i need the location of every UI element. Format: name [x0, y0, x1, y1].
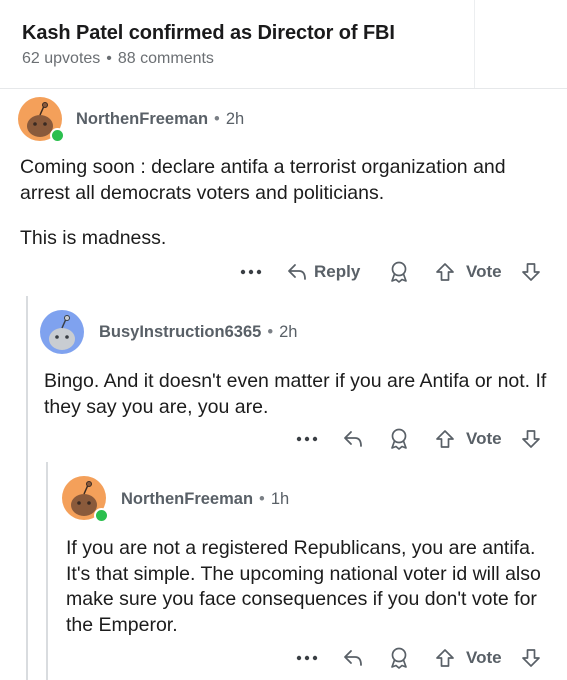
post-meta: 62 upvotes • 88 comments	[22, 50, 214, 68]
avatar[interactable]	[40, 310, 84, 354]
downvote-arrow-icon	[522, 649, 540, 667]
comment-author[interactable]: NorthenFreeman • 2h	[76, 110, 244, 129]
thread-line[interactable]	[26, 296, 28, 680]
post-thumbnail[interactable]	[474, 0, 567, 88]
reply-button[interactable]: Reply	[286, 258, 360, 286]
reply-button[interactable]	[342, 644, 364, 672]
award-icon	[391, 428, 407, 450]
more-options-button[interactable]	[240, 258, 262, 286]
downvote-button[interactable]	[520, 425, 542, 453]
downvote-arrow-icon	[522, 430, 540, 448]
downvote-button[interactable]	[520, 258, 542, 286]
comment-body: Bingo. And it doesn't even matter if you…	[44, 369, 549, 420]
award-button[interactable]	[388, 425, 410, 453]
reply-arrow-icon	[344, 431, 362, 447]
more-options-glyph: •••	[296, 429, 297, 430]
downvote-button[interactable]	[520, 644, 542, 672]
online-status-indicator	[50, 128, 65, 143]
reply-button[interactable]	[342, 425, 364, 453]
author-name[interactable]: NorthenFreeman	[76, 110, 208, 128]
upvote-arrow-icon	[436, 263, 454, 281]
comment-actions: Vote	[0, 644, 567, 672]
comment-time: 2h	[279, 323, 298, 341]
meta-separator: •	[214, 110, 220, 128]
award-icon	[391, 647, 407, 669]
comment-paragraph: If you are not a registered Republicans,…	[66, 537, 541, 636]
more-options-glyph: •••	[240, 262, 241, 263]
vote-text: Vote	[466, 429, 502, 448]
header-divider	[0, 88, 567, 89]
comment-count[interactable]: 88 comments	[118, 50, 214, 67]
vote-text: Vote	[466, 648, 502, 667]
snoo-avatar-icon	[40, 310, 84, 354]
upvote-count: 62 upvotes	[22, 50, 101, 67]
more-options-icon	[296, 655, 318, 661]
online-status-indicator	[94, 508, 109, 523]
meta-separator: •	[259, 490, 265, 508]
comment-author[interactable]: BusyInstruction6365 • 2h	[99, 323, 297, 342]
upvote-button[interactable]	[434, 644, 456, 672]
more-options-button[interactable]	[296, 644, 318, 672]
comment-body: Coming soon : declare antifa a terrorist…	[20, 155, 550, 252]
comment-actions: Reply Vote	[0, 258, 567, 286]
author-name[interactable]: NorthenFreeman	[121, 490, 253, 508]
reply-arrow-icon	[288, 264, 306, 280]
vote-label: Vote	[466, 425, 502, 453]
vote-text: Vote	[466, 262, 502, 281]
vote-label: Vote	[466, 258, 502, 286]
reply-arrow-icon	[344, 650, 362, 666]
upvote-arrow-icon	[436, 430, 454, 448]
comment-body: If you are not a registered Republicans,…	[66, 536, 556, 638]
post-header: Kash Patel confirmed as Director of FBI …	[0, 0, 567, 88]
vote-label: Vote	[466, 644, 502, 672]
post-title[interactable]: Kash Patel confirmed as Director of FBI	[22, 22, 395, 45]
comment-author[interactable]: NorthenFreeman • 1h	[121, 490, 289, 509]
award-button[interactable]	[388, 644, 410, 672]
award-button[interactable]	[388, 258, 410, 286]
more-options-icon	[240, 269, 262, 275]
author-name[interactable]: BusyInstruction6365	[99, 323, 261, 341]
comment-actions: Vote	[0, 425, 567, 453]
more-options-glyph: •••	[296, 648, 297, 649]
meta-separator: •	[267, 323, 274, 341]
more-options-icon	[296, 436, 318, 442]
meta-separator: •	[106, 50, 112, 67]
award-icon	[391, 261, 407, 283]
comment-paragraph: Bingo. And it doesn't even matter if you…	[44, 370, 547, 418]
reply-label: Reply	[314, 262, 361, 281]
comment-time: 1h	[270, 490, 290, 508]
upvote-button[interactable]	[434, 258, 456, 286]
comment-paragraph: Coming soon : declare antifa a terrorist…	[20, 156, 506, 204]
comment-time: 2h	[225, 110, 245, 128]
upvote-button[interactable]	[434, 425, 456, 453]
comment-paragraph: This is madness.	[20, 227, 167, 249]
downvote-arrow-icon	[522, 263, 540, 281]
more-options-button[interactable]	[296, 425, 318, 453]
upvote-arrow-icon	[436, 649, 454, 667]
